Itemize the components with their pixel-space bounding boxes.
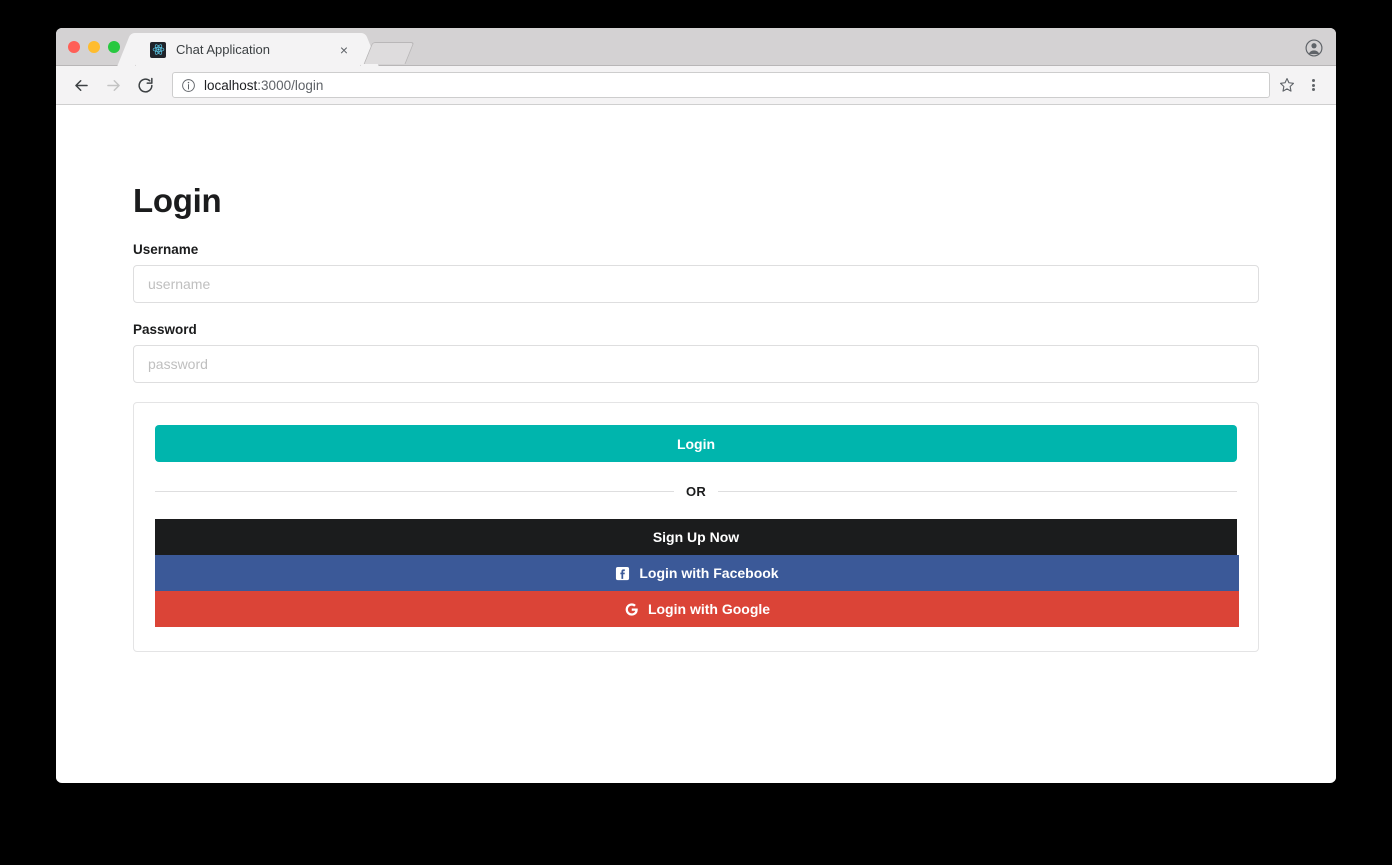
forward-arrow-icon [100, 72, 126, 98]
page-info-icon[interactable] [181, 78, 196, 93]
facebook-login-button[interactable]: Login with Facebook [155, 555, 1239, 591]
menu-dot [1311, 83, 1315, 87]
menu-dot [1311, 79, 1315, 82]
tab-close-icon[interactable]: × [336, 42, 352, 58]
google-login-label: Login with Google [647, 601, 771, 617]
auth-actions-card: Login OR Sign Up Now Login with Facebook [133, 402, 1259, 652]
bookmark-star-icon[interactable] [1274, 72, 1300, 98]
page-viewport: Login Username Password Login OR Sign Up… [56, 105, 1336, 781]
page-title: Login [133, 182, 222, 219]
username-input[interactable] [133, 265, 1259, 303]
tab-strip: Chat Application × [56, 28, 1336, 66]
browser-tab[interactable]: Chat Application × [136, 33, 360, 66]
facebook-f-icon [615, 566, 630, 581]
login-page: Login Username Password Login OR Sign Up… [133, 182, 1259, 652]
window-close-button[interactable] [68, 41, 80, 53]
new-tab-button[interactable] [363, 42, 415, 64]
three-dot-menu-icon[interactable] [1302, 72, 1324, 98]
login-button[interactable]: Login [155, 425, 1237, 462]
window-maximize-button[interactable] [108, 41, 120, 53]
or-divider: OR [155, 482, 1237, 500]
react-logo-icon [150, 41, 166, 58]
address-bar[interactable]: localhost:3000/login [172, 72, 1270, 98]
back-arrow-icon[interactable] [68, 72, 94, 98]
url-path: :3000/login [257, 77, 324, 93]
signup-button[interactable]: Sign Up Now [155, 519, 1237, 555]
username-label: Username [133, 242, 199, 257]
window-minimize-button[interactable] [88, 41, 100, 53]
or-divider-label: OR [675, 483, 717, 499]
browser-window: Chat Application × localhost:3000/login … [56, 28, 1336, 783]
google-g-icon [624, 602, 639, 617]
password-label: Password [133, 322, 197, 337]
url-text: localhost:3000/login [204, 78, 323, 93]
reload-icon[interactable] [132, 72, 158, 98]
url-host: localhost [204, 77, 258, 93]
facebook-login-label: Login with Facebook [639, 565, 779, 581]
tab-title: Chat Application [176, 42, 270, 57]
google-login-button[interactable]: Login with Google [155, 591, 1239, 627]
password-input[interactable] [133, 345, 1259, 383]
profile-avatar-icon[interactable] [1302, 36, 1326, 60]
traffic-lights [68, 41, 120, 53]
browser-toolbar: localhost:3000/login [56, 66, 1336, 105]
menu-dot [1311, 88, 1315, 91]
